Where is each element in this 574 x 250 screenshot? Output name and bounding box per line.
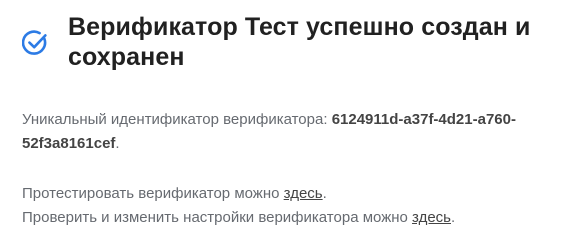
- edit-verifier-text: Проверить и изменить настройки верификат…: [22, 209, 408, 226]
- check-circle-icon: [22, 30, 47, 55]
- test-verifier-line: Протестировать верификатор можно здесь.: [22, 182, 562, 206]
- details-section: Уникальный идентификатор верификатора: 6…: [22, 108, 562, 226]
- page-title: Верификатор Тест успешно создан и сохран…: [68, 13, 531, 71]
- test-verifier-period: .: [322, 185, 327, 202]
- verifier-id-line: Уникальный идентификатор верификатора: 6…: [22, 108, 562, 156]
- test-verifier-text: Протестировать верификатор можно: [22, 185, 280, 202]
- verifier-id-label: Уникальный идентификатор верификатора:: [22, 111, 328, 128]
- edit-verifier-line: Проверить и изменить настройки верификат…: [22, 206, 562, 230]
- test-verifier-link[interactable]: здесь: [284, 185, 323, 202]
- edit-verifier-link[interactable]: здесь: [412, 209, 451, 226]
- actions-section: Протестировать верификатор можно здесь. …: [22, 182, 562, 230]
- verifier-id-period: .: [115, 135, 120, 152]
- edit-verifier-period: .: [451, 209, 456, 226]
- success-header: Верификатор Тест успешно создан и сохран…: [22, 12, 562, 72]
